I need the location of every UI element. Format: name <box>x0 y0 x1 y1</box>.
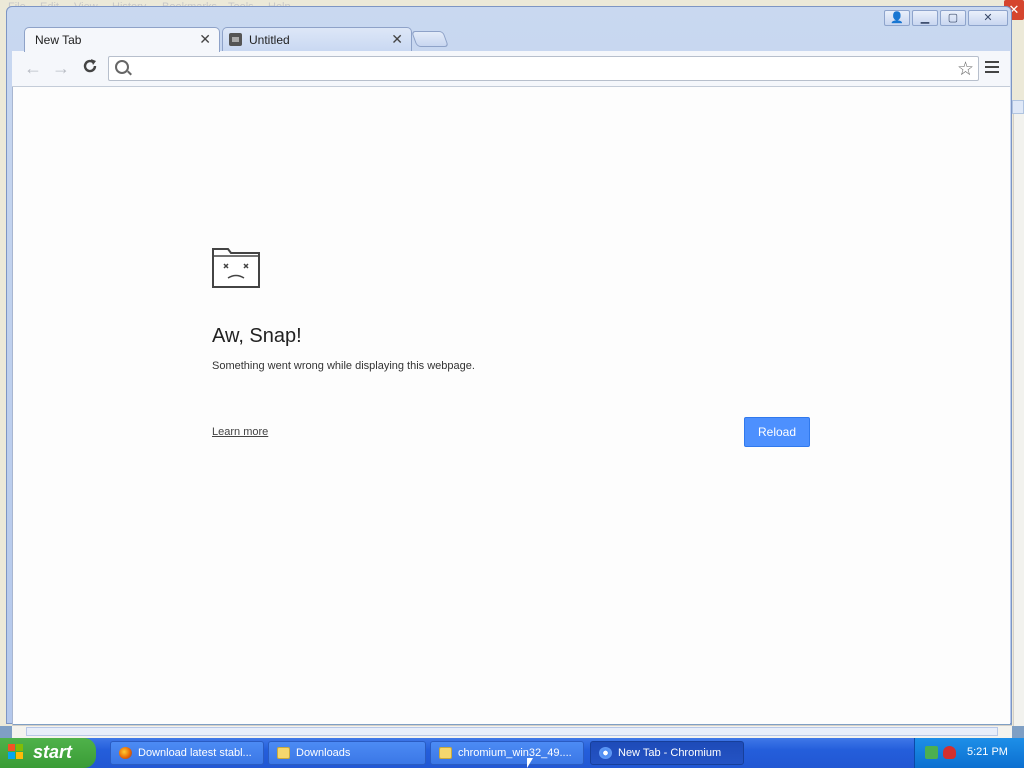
page-content: Aw, Snap! Something went wrong while dis… <box>12 87 1010 724</box>
error-message: Something went wrong while displaying th… <box>212 360 475 372</box>
security-shield-icon[interactable] <box>943 746 956 759</box>
network-tray-icon[interactable] <box>925 746 938 759</box>
close-button[interactable]: ✕ <box>968 10 1008 26</box>
task-label: Download latest stabl... <box>138 747 252 759</box>
sad-tab-icon <box>212 248 260 288</box>
window-controls: 👤 ▁ ▢ ✕ <box>884 10 1010 26</box>
profile-button[interactable]: 👤 <box>884 10 910 26</box>
error-title: Aw, Snap! <box>212 325 302 347</box>
taskbar-item-new-tab-chromium[interactable]: New Tab - Chromium <box>590 741 744 765</box>
tab-close-icon[interactable]: ✕ <box>391 31 403 48</box>
start-label: start <box>33 742 73 762</box>
background-horizontal-scrollbar[interactable] <box>12 725 1012 738</box>
horizontal-scroll-thumb[interactable] <box>26 727 998 736</box>
minimize-button[interactable]: ▁ <box>912 10 938 26</box>
reload-icon[interactable] <box>79 57 101 79</box>
folder-icon <box>439 747 452 759</box>
clock[interactable]: 5:21 PM <box>967 746 1008 758</box>
mouse-cursor-icon <box>527 758 533 768</box>
taskbar: start Download latest stabl... Downloads… <box>0 738 1024 768</box>
new-tab-button[interactable] <box>411 31 449 47</box>
search-icon <box>115 60 129 74</box>
tab-label: New Tab <box>35 33 82 47</box>
learn-more-link[interactable]: Learn more <box>212 426 268 438</box>
back-arrow-icon[interactable]: ← <box>22 57 44 79</box>
browser-toolbar: ← → ☆ <box>12 51 1010 87</box>
forward-arrow-icon[interactable]: → <box>50 57 72 79</box>
start-button[interactable]: start <box>0 738 96 768</box>
chromium-icon <box>599 747 612 759</box>
taskbar-item-chromium-folder[interactable]: chromium_win32_49.... <box>430 741 584 765</box>
tab-label: Untitled <box>249 33 290 47</box>
maximize-button[interactable]: ▢ <box>940 10 966 26</box>
task-label: New Tab - Chromium <box>618 747 722 759</box>
folder-icon <box>277 747 290 759</box>
tab-new-tab[interactable]: New Tab ✕ <box>24 27 220 52</box>
scroll-up-button[interactable] <box>1012 100 1024 114</box>
tab-untitled[interactable]: Untitled ✕ <box>222 27 412 51</box>
hamburger-menu-icon[interactable] <box>985 61 999 76</box>
system-tray: 5:21 PM <box>914 738 1024 768</box>
background-vertical-scrollbar[interactable] <box>1013 114 1024 726</box>
taskbar-item-firefox[interactable]: Download latest stabl... <box>110 741 264 765</box>
reload-button[interactable]: Reload <box>744 417 810 447</box>
task-label: chromium_win32_49.... <box>458 747 572 759</box>
omnibox[interactable]: ☆ <box>108 56 979 81</box>
windows-logo-icon <box>8 744 24 760</box>
reload-glyph <box>83 59 97 73</box>
sad-favicon-icon <box>229 33 242 46</box>
task-label: Downloads <box>296 747 351 759</box>
bookmark-star-icon[interactable]: ☆ <box>957 58 974 81</box>
address-input[interactable] <box>133 59 937 80</box>
tab-close-icon[interactable]: ✕ <box>199 31 211 48</box>
taskbar-item-downloads[interactable]: Downloads <box>268 741 426 765</box>
firefox-icon <box>119 747 132 759</box>
